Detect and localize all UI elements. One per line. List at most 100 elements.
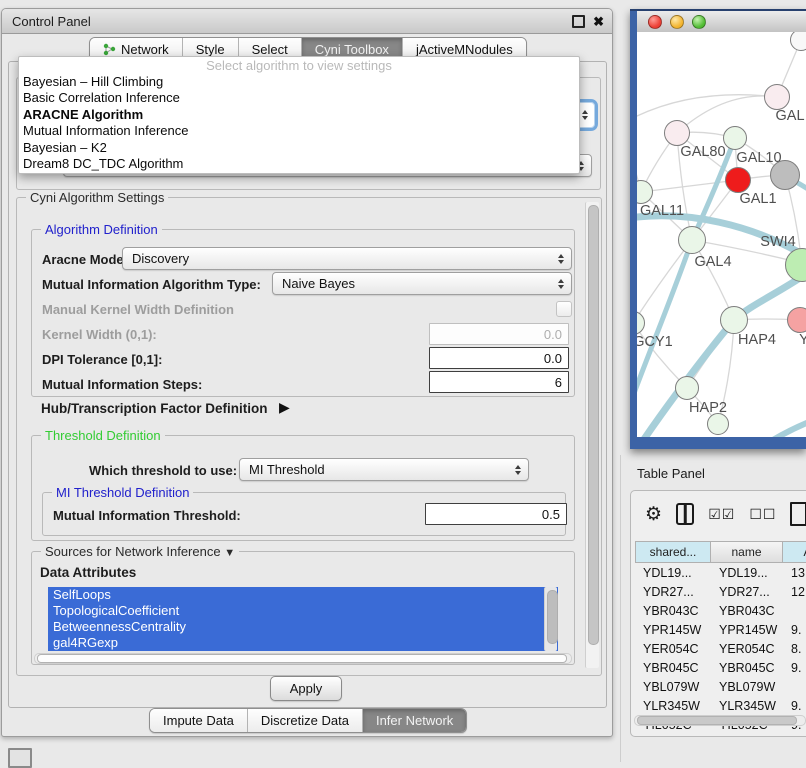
table-row[interactable]: YDL19...YDL19...13 bbox=[635, 563, 806, 582]
minimized-panel-icon[interactable] bbox=[8, 748, 32, 768]
manual-kernel-checkbox[interactable] bbox=[556, 301, 572, 317]
algorithm-option-mutual-information-inference[interactable]: Mutual Information Inference bbox=[19, 123, 579, 139]
tab-discretize-data[interactable]: Discretize Data bbox=[247, 709, 362, 732]
algorithm-option-dream8-dc-tdc-algorithm[interactable]: Dream8 DC_TDC Algorithm bbox=[19, 156, 579, 172]
node-label-gal80: GAL80 bbox=[680, 144, 725, 160]
table-cell bbox=[783, 601, 806, 620]
table-body: YDL19...YDL19...13YDR27...YDR27...12YBR0… bbox=[635, 563, 806, 734]
minimize-traffic-light-icon[interactable] bbox=[670, 15, 684, 29]
network-canvas[interactable]: GALGAL80GAL10GAL1GAL11GAL4SWI4GCY1HAP4YH… bbox=[637, 32, 806, 437]
close-icon[interactable]: ✖ bbox=[593, 15, 604, 28]
collapse-arrow-icon[interactable]: ▼ bbox=[224, 547, 235, 559]
expand-arrow-icon[interactable]: ▶ bbox=[279, 399, 290, 416]
table-cell: YDL19... bbox=[635, 563, 711, 582]
algorithm-definition-group: Algorithm Definition Aracne Mode: Discov… bbox=[31, 229, 575, 397]
export-table-icon[interactable] bbox=[790, 502, 806, 526]
which-threshold-combo[interactable]: MI Threshold bbox=[239, 458, 529, 481]
columns-icon[interactable] bbox=[676, 503, 694, 525]
network-node-gal4[interactable] bbox=[678, 226, 706, 254]
table-header-row: shared...nameA bbox=[635, 541, 806, 563]
table-row[interactable]: YBR045CYBR045C9. bbox=[635, 658, 806, 677]
mi-type-label: Mutual Information Algorithm Type: bbox=[42, 277, 261, 292]
table-hscrollbar[interactable] bbox=[634, 715, 806, 726]
which-threshold-label: Which threshold to use: bbox=[89, 463, 237, 478]
algorithm-option-basic-correlation-inference[interactable]: Basic Correlation Inference bbox=[19, 90, 579, 106]
hub-definition-label: Hub/Transcription Factor Definition bbox=[41, 401, 268, 416]
network-node[interactable] bbox=[707, 413, 729, 435]
sources-title: Sources for Network Inference ▼ bbox=[41, 544, 239, 559]
zoom-traffic-light-icon[interactable] bbox=[692, 15, 706, 29]
network-node-gal[interactable] bbox=[764, 84, 790, 110]
tab-infer-network[interactable]: Infer Network bbox=[362, 709, 466, 732]
table-row[interactable]: YER054CYER054C8. bbox=[635, 639, 806, 658]
data-attributes-list[interactable]: SelfLoopsTopologicalCoefficientBetweenne… bbox=[48, 587, 558, 651]
tab-impute-data[interactable]: Impute Data bbox=[150, 709, 247, 732]
tab-label: Network bbox=[121, 42, 169, 57]
algorithm-option-bayesian-k2[interactable]: Bayesian – K2 bbox=[19, 140, 579, 156]
network-node-gal1[interactable] bbox=[725, 167, 751, 193]
network-node-hap2[interactable] bbox=[675, 376, 699, 400]
which-threshold-value: MI Threshold bbox=[249, 462, 325, 477]
table-cell bbox=[783, 677, 806, 696]
attribute-item-topologicalcoefficient[interactable]: TopologicalCoefficient bbox=[48, 603, 558, 619]
network-node-y[interactable] bbox=[787, 307, 806, 333]
node-label-swi4: SWI4 bbox=[760, 234, 795, 250]
attributes-vscrollbar[interactable] bbox=[544, 587, 557, 651]
table-hscrollbar-thumb[interactable] bbox=[637, 716, 797, 725]
node-label-gal1: GAL1 bbox=[739, 191, 776, 207]
attribute-item-selfloops[interactable]: SelfLoops bbox=[48, 587, 558, 603]
table-cell: YBR043C bbox=[711, 601, 783, 620]
node-label-gcy1: GCY1 bbox=[637, 334, 673, 350]
attribute-item-betweennesscentrality[interactable]: BetweennessCentrality bbox=[48, 619, 558, 635]
attribute-item-gal4rgexp[interactable]: gal4RGexp bbox=[48, 635, 558, 651]
desktop: Control Panel ✖ NetworkStyleSelectCyni T… bbox=[0, 0, 806, 762]
table-row[interactable]: YPR145WYPR145W9. bbox=[635, 620, 806, 639]
network-window-titlebar[interactable] bbox=[637, 11, 806, 33]
table-cell: 8. bbox=[783, 639, 806, 658]
network-node[interactable] bbox=[770, 160, 800, 190]
table-row[interactable]: YDR27...YDR27...12 bbox=[635, 582, 806, 601]
table-row[interactable]: YLR345WYLR345W9. bbox=[635, 696, 806, 715]
network-node-hap4[interactable] bbox=[720, 306, 748, 334]
column-header-name[interactable]: name bbox=[711, 541, 783, 563]
column-header-a[interactable]: A bbox=[783, 541, 806, 563]
node-label-gal: GAL bbox=[775, 108, 804, 124]
column-header-shared[interactable]: shared... bbox=[635, 541, 711, 563]
aracne-mode-label: Aracne Mode: bbox=[42, 252, 128, 267]
algorithm-option-bayesian-hill-climbing[interactable]: Bayesian – Hill Climbing bbox=[19, 74, 579, 90]
mi-type-combo[interactable]: Naive Bayes bbox=[272, 272, 572, 295]
close-traffic-light-icon[interactable] bbox=[648, 15, 662, 29]
table-cell: YDL19... bbox=[711, 563, 783, 582]
float-panel-icon[interactable] bbox=[572, 15, 585, 28]
table-row[interactable]: YBL079WYBL079W bbox=[635, 677, 806, 696]
mi-steps-field[interactable] bbox=[429, 371, 569, 393]
dpi-tolerance-field[interactable] bbox=[429, 347, 569, 369]
table-panel-title: Table Panel bbox=[637, 466, 705, 481]
manual-kernel-label: Manual Kernel Width Definition bbox=[42, 302, 234, 317]
apply-button[interactable]: Apply bbox=[270, 676, 342, 701]
table-cell: YDR27... bbox=[711, 582, 783, 601]
tab-label: Select bbox=[252, 42, 288, 57]
attributes-vscrollbar-thumb[interactable] bbox=[547, 590, 558, 644]
aracne-mode-combo[interactable]: Discovery bbox=[122, 247, 572, 270]
mi-threshold-field[interactable] bbox=[425, 503, 567, 525]
network-node-gal10[interactable] bbox=[723, 126, 747, 150]
tab-label: jActiveMNodules bbox=[416, 42, 513, 57]
select-all-checkboxes-icon[interactable]: ☑☑ bbox=[708, 506, 735, 523]
attributes-hscrollbar-thumb[interactable] bbox=[37, 654, 567, 663]
deselect-all-checkboxes-icon[interactable]: ☐☐ bbox=[749, 506, 776, 523]
algorithm-dropdown-list: Select algorithm to view settings Bayesi… bbox=[18, 56, 580, 174]
attributes-hscrollbar[interactable] bbox=[34, 653, 572, 664]
table-cell: YER054C bbox=[635, 639, 711, 658]
settings-scrollbar-thumb[interactable] bbox=[588, 205, 599, 645]
table-row[interactable]: YBR043CYBR043C bbox=[635, 601, 806, 620]
table-cell: YPR145W bbox=[711, 620, 783, 639]
gear-icon[interactable]: ⚙ bbox=[645, 505, 662, 524]
mi-threshold-group: MI Threshold Definition Mutual Informati… bbox=[42, 492, 566, 536]
kernel-width-field[interactable] bbox=[429, 323, 569, 345]
network-node-gal80[interactable] bbox=[664, 120, 690, 146]
algorithm-option-aracne-algorithm[interactable]: ARACNE Algorithm bbox=[19, 107, 579, 123]
table-cell: YBL079W bbox=[711, 677, 783, 696]
panel-divider[interactable] bbox=[620, 455, 621, 762]
settings-scrollbar[interactable] bbox=[585, 202, 599, 668]
